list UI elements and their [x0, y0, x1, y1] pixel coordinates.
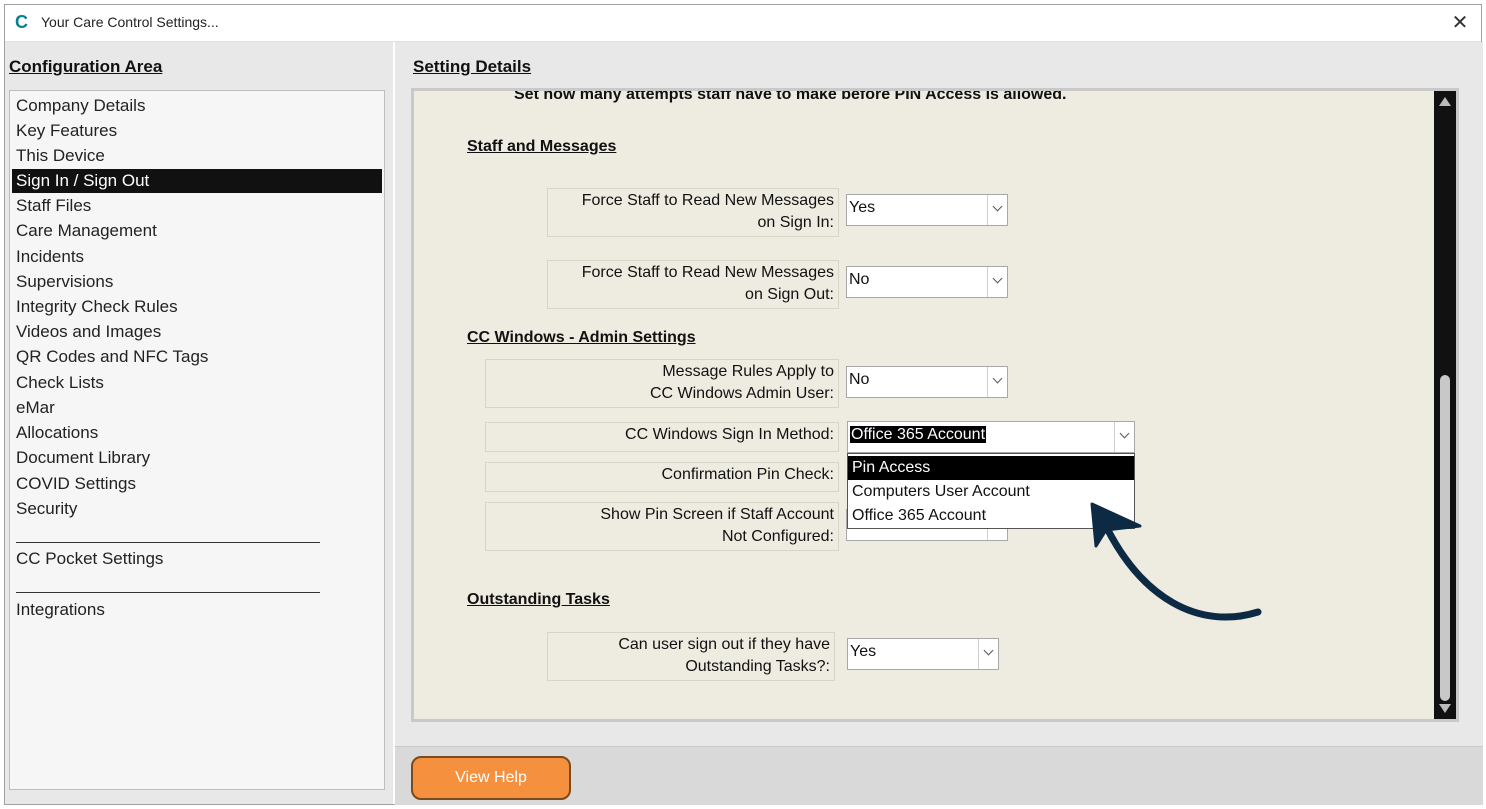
sign-in-method-label: CC Windows Sign In Method: [485, 422, 839, 452]
nav-item-this-device[interactable]: This Device [12, 144, 382, 168]
force-read-signin-select[interactable]: Yes [846, 194, 1008, 226]
force-read-signout-label: Force Staff to Read New Messages on Sign… [547, 260, 839, 309]
nav-item-document-library[interactable]: Document Library [12, 446, 382, 470]
care-control-logo-icon: C [15, 12, 28, 32]
nav-item-security[interactable]: Security [12, 497, 382, 521]
configuration-area-title: Configuration Area [9, 57, 163, 76]
view-help-button[interactable]: View Help [411, 756, 571, 800]
confirmation-pin-label: Confirmation Pin Check: [485, 462, 839, 492]
outstanding-tasks-heading: Outstanding Tasks [467, 591, 610, 608]
footer-bar: View Help [395, 746, 1483, 805]
staff-and-messages-heading: Staff and Messages [467, 138, 617, 155]
close-icon[interactable]: ✕ [1449, 11, 1471, 33]
force-read-signin-label: Force Staff to Read New Messages on Sign… [547, 188, 839, 237]
nav-item-emar[interactable]: eMar [12, 396, 382, 420]
message-rules-select[interactable]: No [846, 366, 1008, 398]
force-read-signout-select[interactable]: No [846, 266, 1008, 298]
scroll-up-icon[interactable] [1439, 97, 1451, 106]
show-pin-screen-label: Show Pin Screen if Staff Account Not Con… [485, 502, 839, 551]
chevron-down-icon[interactable] [987, 267, 1007, 297]
vertical-scrollbar[interactable] [1434, 91, 1456, 719]
settings-window: C Your Care Control Settings... ✕ Config… [4, 4, 1483, 805]
setting-details-title: Setting Details [413, 57, 532, 76]
nav-item-covid-settings[interactable]: COVID Settings [12, 472, 382, 496]
setting-details-panel[interactable]: Set how many attempts staff have to make… [411, 88, 1459, 722]
nav-item-qr-codes-nfc-tags[interactable]: QR Codes and NFC Tags [12, 345, 382, 369]
sign-in-method-value: Office 365 Account [850, 426, 987, 443]
nav-item-supervisions[interactable]: Supervisions [12, 270, 382, 294]
window-title: Your Care Control Settings... [41, 14, 219, 30]
outstanding-tasks-label: Can user sign out if they have Outstandi… [547, 632, 835, 681]
nav-item-cc-pocket-settings[interactable]: CC Pocket Settings [12, 547, 382, 571]
nav-item-check-lists[interactable]: Check Lists [12, 371, 382, 395]
scroll-thumb[interactable] [1440, 375, 1450, 701]
chevron-down-icon[interactable] [1114, 422, 1134, 452]
outstanding-tasks-select[interactable]: Yes [847, 638, 999, 670]
title-bar[interactable]: C Your Care Control Settings... ✕ [5, 5, 1481, 42]
nav-item-incidents[interactable]: Incidents [12, 245, 382, 269]
nav-item-company-details[interactable]: Company Details [12, 94, 382, 118]
configuration-list: Company Details Key Features This Device… [9, 90, 385, 790]
nav-divider [16, 542, 320, 543]
chevron-down-icon[interactable] [987, 367, 1007, 397]
message-rules-label: Message Rules Apply to CC Windows Admin … [485, 359, 839, 408]
nav-item-integrations[interactable]: Integrations [12, 598, 382, 622]
nav-item-staff-files[interactable]: Staff Files [12, 194, 382, 218]
sign-in-method-select[interactable]: Office 365 Account [847, 421, 1135, 453]
cc-windows-admin-heading: CC Windows - Admin Settings [467, 329, 696, 346]
nav-divider [16, 592, 320, 593]
scroll-down-icon[interactable] [1439, 704, 1451, 713]
pin-attempts-description: Set how many attempts staff have to make… [514, 88, 1067, 103]
chevron-down-icon[interactable] [978, 639, 998, 669]
nav-item-sign-in-sign-out[interactable]: Sign In / Sign Out [12, 169, 382, 193]
nav-item-videos-and-images[interactable]: Videos and Images [12, 320, 382, 344]
option-pin-access[interactable]: Pin Access [848, 456, 1134, 480]
chevron-down-icon[interactable] [987, 195, 1007, 225]
annotation-arrow-icon [1090, 502, 1262, 621]
configuration-pane: Configuration Area Company Details Key F… [5, 42, 393, 804]
nav-item-integrity-check-rules[interactable]: Integrity Check Rules [12, 295, 382, 319]
nav-item-allocations[interactable]: Allocations [12, 421, 382, 445]
nav-item-key-features[interactable]: Key Features [12, 119, 382, 143]
setting-details-pane: Setting Details Set how many attempts st… [395, 42, 1483, 805]
nav-item-care-management[interactable]: Care Management [12, 219, 382, 243]
